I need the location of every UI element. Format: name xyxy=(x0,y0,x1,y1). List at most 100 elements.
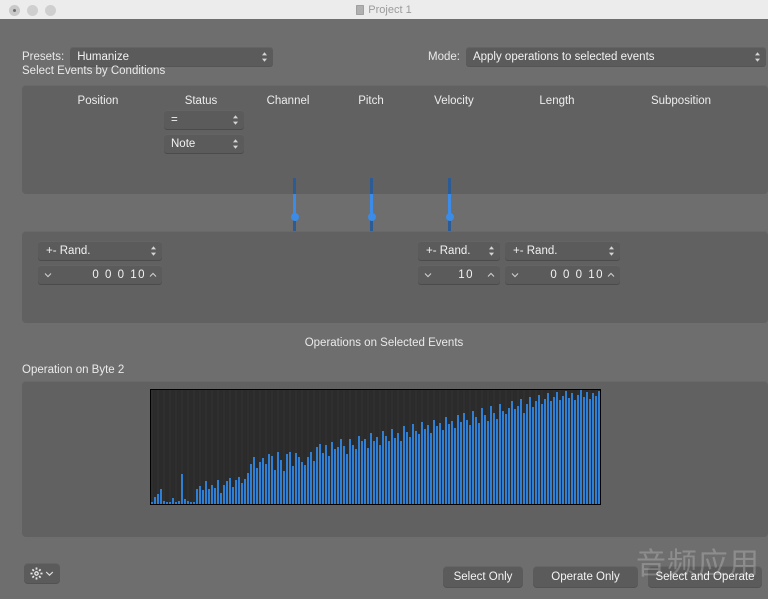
histogram-bar xyxy=(568,397,570,504)
histogram-bar xyxy=(415,431,417,504)
length-value-stepper[interactable]: 0 0 0 10 xyxy=(505,265,620,284)
velocity-slider[interactable] xyxy=(367,178,376,232)
histogram-bar xyxy=(478,423,480,504)
velocity-operation-dropdown[interactable]: +- Rand. xyxy=(418,241,500,260)
histogram-bar xyxy=(442,429,444,504)
histogram-bar xyxy=(376,436,378,504)
slider-knob[interactable] xyxy=(290,213,299,221)
histogram-bar xyxy=(343,445,345,504)
chevron-down-icon[interactable] xyxy=(44,272,52,278)
histogram-bar xyxy=(499,403,501,504)
position-operation-value: +- Rand. xyxy=(46,244,91,257)
histogram-bar xyxy=(400,441,402,504)
histogram-bar xyxy=(244,478,246,504)
histogram-bar xyxy=(430,433,432,504)
histogram-bar xyxy=(532,407,534,504)
histogram-bar xyxy=(577,394,579,504)
histogram-bar xyxy=(418,434,420,504)
chevron-up-icon[interactable] xyxy=(487,272,495,278)
chevron-updown-icon xyxy=(233,138,238,149)
velocity-value-stepper[interactable]: 10 xyxy=(418,265,500,284)
pitch-slider[interactable] xyxy=(290,178,299,232)
slider-knob[interactable] xyxy=(445,213,454,221)
histogram-bar xyxy=(307,457,309,504)
velocity-value: 10 xyxy=(458,268,474,281)
histogram-bar xyxy=(382,431,384,504)
title-container: Project 1 xyxy=(0,0,768,19)
histogram-bar xyxy=(451,420,453,504)
histogram-bar xyxy=(379,444,381,504)
chevron-up-icon[interactable] xyxy=(607,272,615,278)
histogram-bar xyxy=(334,449,336,504)
settings-menu-button[interactable] xyxy=(24,563,60,583)
histogram-bar xyxy=(424,428,426,504)
chevron-down-icon[interactable] xyxy=(511,272,519,278)
histogram-bar xyxy=(208,489,210,504)
histogram-bar xyxy=(490,405,492,504)
position-value-stepper[interactable]: 0 0 0 10 xyxy=(38,265,162,284)
slider-knob[interactable] xyxy=(367,213,376,221)
histogram-bar xyxy=(466,419,468,504)
histogram-bar xyxy=(598,391,600,504)
histogram-bar xyxy=(364,439,366,504)
histogram-bar xyxy=(484,415,486,504)
presets-value: Humanize xyxy=(77,50,129,63)
histogram-bar xyxy=(283,470,285,504)
histogram-bar xyxy=(427,425,429,504)
histogram-bar xyxy=(385,435,387,504)
select-and-operate-button[interactable]: Select and Operate xyxy=(648,566,762,587)
histogram-bar xyxy=(562,395,564,504)
histogram-bar xyxy=(397,433,399,504)
column-header-subposition: Subposition xyxy=(650,95,712,107)
histogram-bar xyxy=(304,465,306,504)
histogram-bar xyxy=(505,413,507,504)
chevron-down-icon[interactable] xyxy=(424,272,432,278)
chevron-up-icon[interactable] xyxy=(149,272,157,278)
document-icon xyxy=(356,4,365,15)
operations-section-title: Operations on Selected Events xyxy=(304,337,464,349)
histogram-bar xyxy=(457,415,459,504)
length-operation-value: +- Rand. xyxy=(513,244,558,257)
chevron-updown-icon xyxy=(489,245,494,256)
histogram-bar xyxy=(460,421,462,504)
histogram-bar xyxy=(574,400,576,504)
histogram-bar xyxy=(508,408,510,504)
histogram-bar xyxy=(373,441,375,504)
histogram-bar xyxy=(586,392,588,504)
histogram-bar xyxy=(181,474,183,504)
length-operation-dropdown[interactable]: +- Rand. xyxy=(505,241,620,260)
histogram-bar xyxy=(553,396,555,504)
histogram-bar xyxy=(481,408,483,504)
mode-dropdown[interactable]: Apply operations to selected events xyxy=(465,47,766,66)
status-operator-dropdown[interactable]: = xyxy=(164,110,244,129)
histogram-bar xyxy=(367,448,369,504)
histogram-bar xyxy=(523,412,525,504)
histogram-bar xyxy=(241,483,243,504)
velocity-operation-value: +- Rand. xyxy=(426,244,471,257)
status-type-dropdown[interactable]: Note xyxy=(164,134,244,153)
presets-dropdown[interactable]: Humanize xyxy=(70,47,274,66)
position-operation-dropdown[interactable]: +- Rand. xyxy=(38,241,162,260)
histogram-bar xyxy=(496,418,498,504)
length-slider[interactable] xyxy=(445,178,454,232)
select-only-button[interactable]: Select Only xyxy=(443,566,523,587)
byte2-histogram[interactable] xyxy=(150,389,601,505)
operate-only-button[interactable]: Operate Only xyxy=(533,566,638,587)
status-operator-value: = xyxy=(171,113,178,126)
histogram-bar xyxy=(394,437,396,504)
histogram-bar xyxy=(340,439,342,504)
histogram-bar xyxy=(247,473,249,504)
histogram-bar xyxy=(472,410,474,504)
histogram-bar xyxy=(580,390,582,504)
histogram-bar xyxy=(190,501,192,504)
histogram-bar xyxy=(445,417,447,504)
histogram-bar xyxy=(160,489,162,504)
histogram-bar xyxy=(541,403,543,504)
histogram-bar xyxy=(439,423,441,504)
histogram-bar xyxy=(388,441,390,504)
histogram-bar xyxy=(355,449,357,504)
histogram-bar xyxy=(403,426,405,504)
histogram-bar xyxy=(358,435,360,504)
column-header-position: Position xyxy=(77,95,119,107)
histogram-bar xyxy=(196,489,198,504)
